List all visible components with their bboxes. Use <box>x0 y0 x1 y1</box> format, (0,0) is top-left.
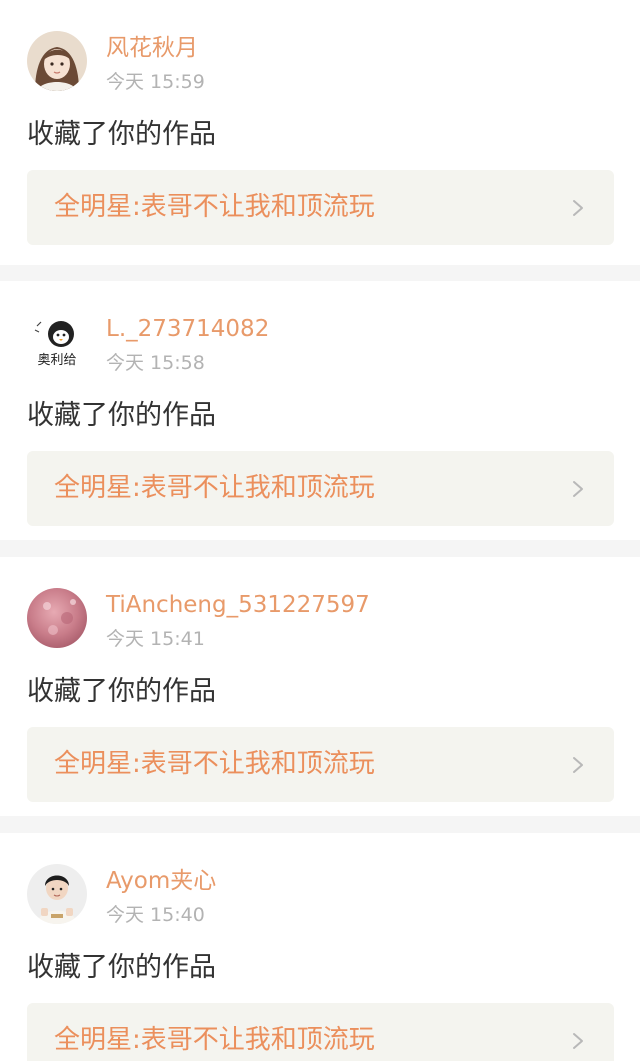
girl-portrait-icon <box>27 31 87 91</box>
boy-portrait-icon <box>27 864 87 924</box>
work-title: 全明星:表哥不让我和顶流玩 <box>54 749 375 779</box>
work-title: 全明星:表哥不让我和顶流玩 <box>54 192 375 222</box>
work-link[interactable]: 全明星:表哥不让我和顶流玩 <box>27 451 614 526</box>
notification-card: Ayom夹心 今天 15:40 收藏了你的作品 全明星:表哥不让我和顶流玩 <box>0 833 640 1061</box>
work-title: 全明星:表哥不让我和顶流玩 <box>54 473 375 503</box>
notification-card: 奥利给 L._273714082 今天 15:58 收藏了你的作品 全明星:表哥… <box>0 281 640 540</box>
action-text: 收藏了你的作品 <box>27 952 216 983</box>
work-title: 全明星:表哥不让我和顶流玩 <box>54 1025 375 1055</box>
timestamp: 今天 15:40 <box>106 904 205 926</box>
chevron-right-icon <box>568 1031 588 1051</box>
avatar[interactable] <box>27 864 87 924</box>
penguin-sticker-icon: 奥利给 <box>27 312 87 372</box>
username[interactable]: Ayom夹心 <box>106 866 216 896</box>
username[interactable]: TiAncheng_531227597 <box>106 590 370 620</box>
timestamp: 今天 15:59 <box>106 71 205 93</box>
chevron-right-icon <box>568 479 588 499</box>
timestamp: 今天 15:58 <box>106 352 205 374</box>
notification-card: 风花秋月 今天 15:59 收藏了你的作品 全明星:表哥不让我和顶流玩 <box>0 0 640 265</box>
action-text: 收藏了你的作品 <box>27 400 216 431</box>
timestamp: 今天 15:41 <box>106 628 205 650</box>
username[interactable]: 风花秋月 <box>106 33 198 63</box>
username[interactable]: L._273714082 <box>106 314 269 344</box>
avatar[interactable] <box>27 588 87 648</box>
action-text: 收藏了你的作品 <box>27 676 216 707</box>
work-link[interactable]: 全明星:表哥不让我和顶流玩 <box>27 1003 614 1061</box>
action-text: 收藏了你的作品 <box>27 119 216 150</box>
avatar-sticker-text: 奥利给 <box>37 353 76 368</box>
work-link[interactable]: 全明星:表哥不让我和顶流玩 <box>27 727 614 802</box>
notification-feed: 风花秋月 今天 15:59 收藏了你的作品 全明星:表哥不让我和顶流玩 奥利给 … <box>0 0 640 1061</box>
chevron-right-icon <box>568 198 588 218</box>
pink-texture-icon <box>27 588 87 648</box>
notification-card: TiAncheng_531227597 今天 15:41 收藏了你的作品 全明星… <box>0 557 640 816</box>
chevron-right-icon <box>568 755 588 775</box>
avatar[interactable] <box>27 31 87 91</box>
work-link[interactable]: 全明星:表哥不让我和顶流玩 <box>27 170 614 245</box>
avatar[interactable]: 奥利给 <box>27 312 87 372</box>
